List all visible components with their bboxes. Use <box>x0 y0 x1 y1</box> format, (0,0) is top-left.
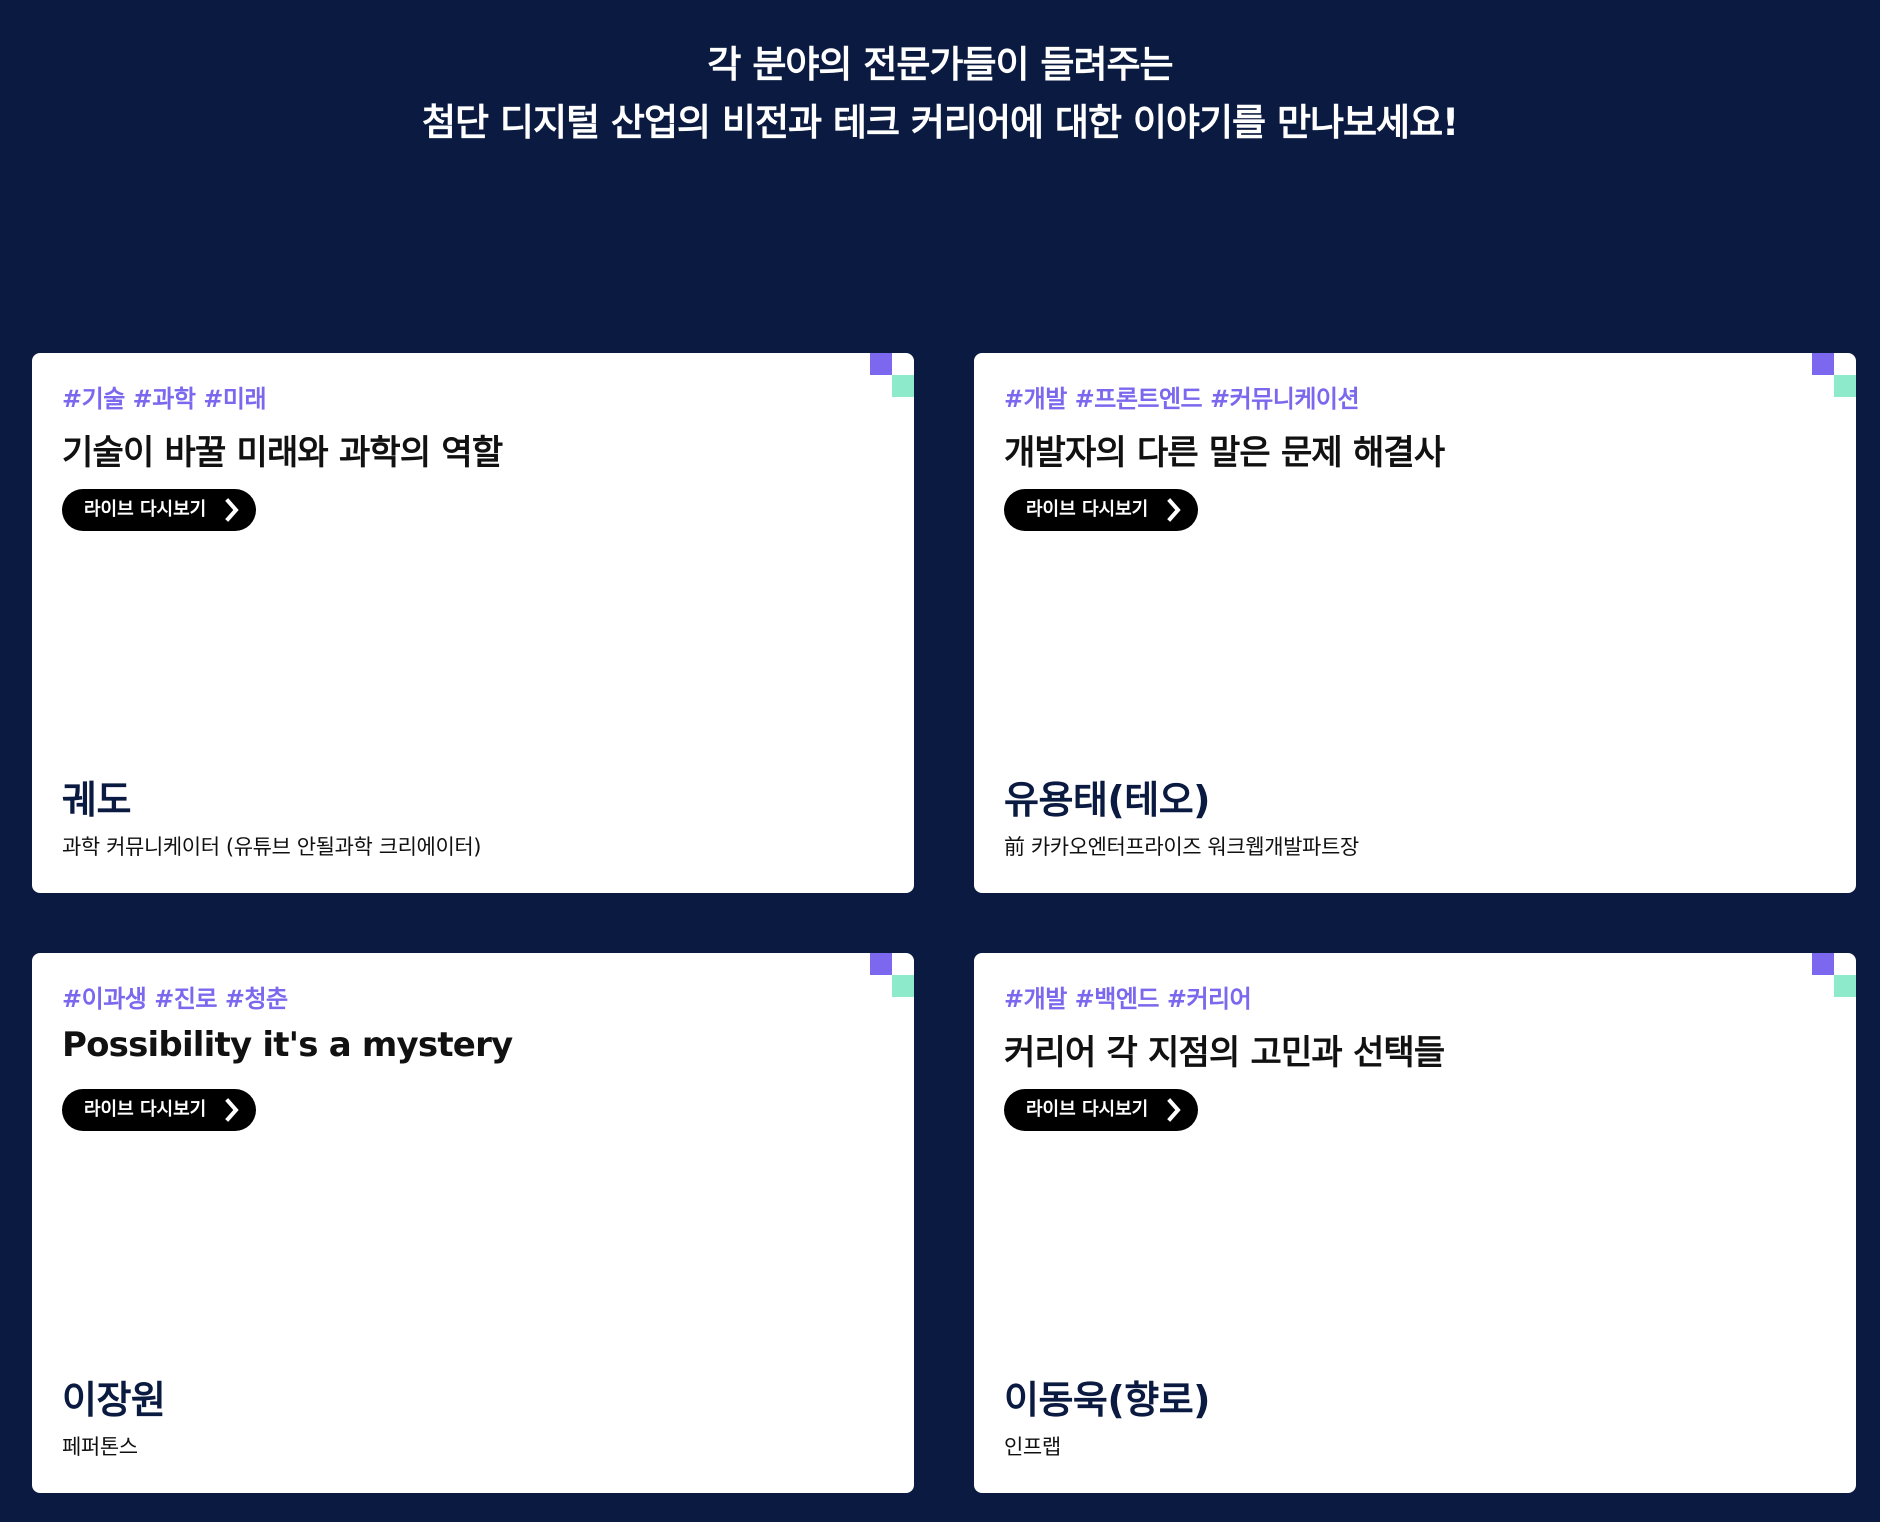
session-card: #개발 #백엔드 #커리어 커리어 각 지점의 고민과 선택들 라이브 다시보기… <box>974 953 1856 1493</box>
session-tags: #이과생 #진로 #청춘 <box>62 985 288 1013</box>
intro-heading: 각 분야의 전문가들이 들려주는 첨단 디지털 산업의 비전과 테크 커리어에 … <box>0 36 1880 152</box>
speaker-name: 궤도 <box>62 778 131 822</box>
chevron-right-icon <box>1164 1089 1184 1131</box>
corner-decoration-mint <box>1834 375 1856 397</box>
live-replay-label: 라이브 다시보기 <box>1026 499 1149 520</box>
session-title: 커리어 각 지점의 고민과 선택들 <box>1004 1033 1445 1073</box>
live-replay-button[interactable]: 라이브 다시보기 <box>62 489 257 531</box>
session-title: Possibility it's a mystery <box>62 1025 513 1065</box>
chevron-right-icon <box>222 489 242 531</box>
speaker-role: 前 카카오엔터프라이즈 워크웹개발파트장 <box>1004 835 1359 859</box>
session-tags: #기술 #과학 #미래 <box>62 385 267 413</box>
live-replay-label: 라이브 다시보기 <box>84 499 207 520</box>
speaker-role: 과학 커뮤니케이터 (유튜브 안될과학 크리에이터) <box>62 835 482 859</box>
corner-decoration-mint <box>892 975 914 997</box>
session-card: #개발 #프론트엔드 #커뮤니케이션 개발자의 다른 말은 문제 해결사 라이브… <box>974 353 1856 893</box>
session-card: #이과생 #진로 #청춘 Possibility it's a mystery … <box>32 953 914 1493</box>
speaker-name: 이장원 <box>62 1378 166 1422</box>
speaker-name: 유용태(테오) <box>1004 778 1211 822</box>
chevron-right-icon <box>1164 489 1184 531</box>
corner-decoration-mint <box>892 375 914 397</box>
speaker-name: 이동욱(향로) <box>1004 1378 1211 1422</box>
session-tags: #개발 #백엔드 #커리어 <box>1004 985 1252 1013</box>
session-card: #기술 #과학 #미래 기술이 바꿀 미래와 과학의 역할 라이브 다시보기 궤… <box>32 353 914 893</box>
intro-line-2: 첨단 디지털 산업의 비전과 테크 커리어에 대한 이야기를 만나보세요! <box>421 101 1459 144</box>
live-replay-button[interactable]: 라이브 다시보기 <box>1004 489 1199 531</box>
live-replay-label: 라이브 다시보기 <box>1026 1099 1149 1120</box>
chevron-right-icon <box>222 1089 242 1131</box>
corner-decoration-purple <box>870 353 892 375</box>
corner-decoration-mint <box>1834 975 1856 997</box>
corner-decoration-purple <box>1812 953 1834 975</box>
live-replay-button[interactable]: 라이브 다시보기 <box>1004 1089 1199 1131</box>
live-replay-button[interactable]: 라이브 다시보기 <box>62 1089 257 1131</box>
session-title: 기술이 바꿀 미래와 과학의 역할 <box>62 433 503 473</box>
session-title: 개발자의 다른 말은 문제 해결사 <box>1004 433 1445 473</box>
corner-decoration-purple <box>870 953 892 975</box>
speaker-role: 인프랩 <box>1004 1435 1061 1459</box>
speaker-role: 페퍼톤스 <box>62 1435 138 1459</box>
intro-line-1: 각 분야의 전문가들이 들려주는 <box>707 43 1173 86</box>
corner-decoration-purple <box>1812 353 1834 375</box>
session-tags: #개발 #프론트엔드 #커뮤니케이션 <box>1004 385 1360 413</box>
live-replay-label: 라이브 다시보기 <box>84 1099 207 1120</box>
